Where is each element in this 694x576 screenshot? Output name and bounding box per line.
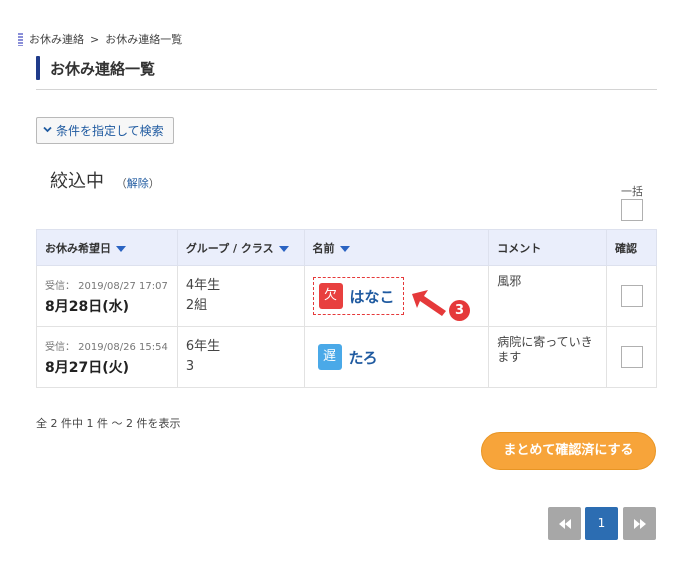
comment-cell: 病院に寄っていきます: [488, 326, 607, 388]
received-time: 受信： 2019/08/26 15:54: [45, 341, 168, 353]
double-chevron-right-icon: [633, 518, 646, 529]
paren-open: （: [115, 177, 127, 190]
header-confirm: 確認: [606, 229, 657, 266]
breadcrumb-home[interactable]: お休み連絡: [29, 31, 84, 47]
name-cell: 遅 たろ: [303, 326, 490, 388]
double-chevron-left-icon: [558, 518, 571, 529]
header-date-label: お休み希望日: [45, 241, 111, 255]
sort-down-icon[interactable]: [116, 245, 126, 252]
breadcrumb: お休み連絡 > お休み連絡一覧: [18, 31, 182, 47]
breadcrumb-current: お休み連絡一覧: [105, 33, 183, 46]
group-grade: 4年生: [185, 278, 221, 293]
header-comment-label: コメント: [497, 241, 542, 255]
sort-down-icon[interactable]: [339, 245, 350, 252]
header-confirm-label: 確認: [615, 241, 637, 255]
absence-type-badge: 欠: [318, 283, 343, 309]
date-cell: 受信： 2019/08/27 17:07 8月28日(水): [36, 265, 178, 327]
pager-prev-button[interactable]: [548, 507, 581, 540]
chevron-down-icon: [43, 126, 52, 136]
filter-search-button[interactable]: 条件を指定して検索: [36, 117, 174, 144]
table-row: 受信： 2019/08/26 15:54 8月27日(火) 6年生 3 遅 たろ…: [36, 326, 657, 388]
step-number-badge: 3: [449, 300, 470, 321]
title-accent-bar: [36, 56, 40, 80]
group-cell: 4年生 2組: [176, 265, 305, 327]
date-cell: 受信： 2019/08/26 15:54 8月27日(火): [36, 326, 178, 388]
breadcrumb-separator: >: [90, 32, 100, 46]
filter-status-label: 絞込中: [50, 171, 104, 192]
header-group[interactable]: グループ / クラス: [176, 229, 305, 266]
table-header-row: お休み希望日 グループ / クラス 名前 コメント 確認: [36, 229, 657, 266]
filter-clear: （解除）: [116, 177, 160, 190]
group-cell: 6年生 3: [176, 326, 305, 388]
confirm-cell: [606, 326, 657, 388]
comment-cell: 風邪: [488, 265, 607, 327]
absence-date: 8月27日(火): [45, 359, 130, 376]
result-count: 全 2 件中 1 件 〜 2 件を表示: [36, 417, 181, 430]
student-name-link[interactable]: はなこ: [350, 286, 395, 307]
highlighted-name[interactable]: 欠 はなこ: [312, 277, 404, 315]
page-title: お休み連絡一覧: [50, 60, 156, 78]
header-group-label: グループ / クラス: [185, 241, 274, 255]
confirm-checkbox[interactable]: [620, 285, 643, 307]
annotation-arrow-icon: [412, 290, 446, 316]
received-time: 受信： 2019/08/27 17:07: [45, 280, 168, 292]
group-class: 2組: [185, 298, 208, 313]
confirm-checkbox[interactable]: [620, 346, 643, 368]
table-row: 受信： 2019/08/27 17:07 8月28日(水) 4年生 2組 欠 は…: [36, 265, 657, 327]
paren-close: ）: [148, 177, 160, 190]
group-class: 3: [185, 359, 195, 374]
confirm-cell: [606, 265, 657, 327]
bulk-select-label: 一括: [621, 185, 643, 198]
header-date[interactable]: お休み希望日: [36, 229, 178, 266]
pager-page-current[interactable]: 1: [585, 507, 618, 540]
filter-status: 絞込中 （解除）: [50, 167, 160, 193]
bulk-select-checkbox[interactable]: [621, 199, 643, 221]
filter-clear-link[interactable]: 解除: [127, 177, 149, 190]
sort-down-icon[interactable]: [278, 245, 289, 252]
late-type-badge: 遅: [317, 344, 342, 370]
student-name-link[interactable]: たろ: [349, 347, 378, 368]
name-wrap[interactable]: 遅 たろ: [313, 344, 378, 370]
breadcrumb-marker-icon: [18, 32, 23, 46]
header-name[interactable]: 名前: [303, 229, 490, 266]
pager-next-button[interactable]: [623, 507, 656, 540]
group-grade: 6年生: [185, 339, 221, 354]
bulk-confirm-button[interactable]: まとめて確認済にする: [481, 432, 656, 470]
absence-table: お休み希望日 グループ / クラス 名前 コメント 確認 受信： 2019/08…: [36, 229, 657, 388]
absence-date: 8月28日(水): [45, 298, 130, 315]
filter-search-label: 条件を指定して検索: [56, 124, 164, 138]
page-header: お休み連絡一覧: [36, 56, 657, 90]
header-name-label: 名前: [312, 241, 335, 255]
header-comment: コメント: [488, 229, 607, 266]
